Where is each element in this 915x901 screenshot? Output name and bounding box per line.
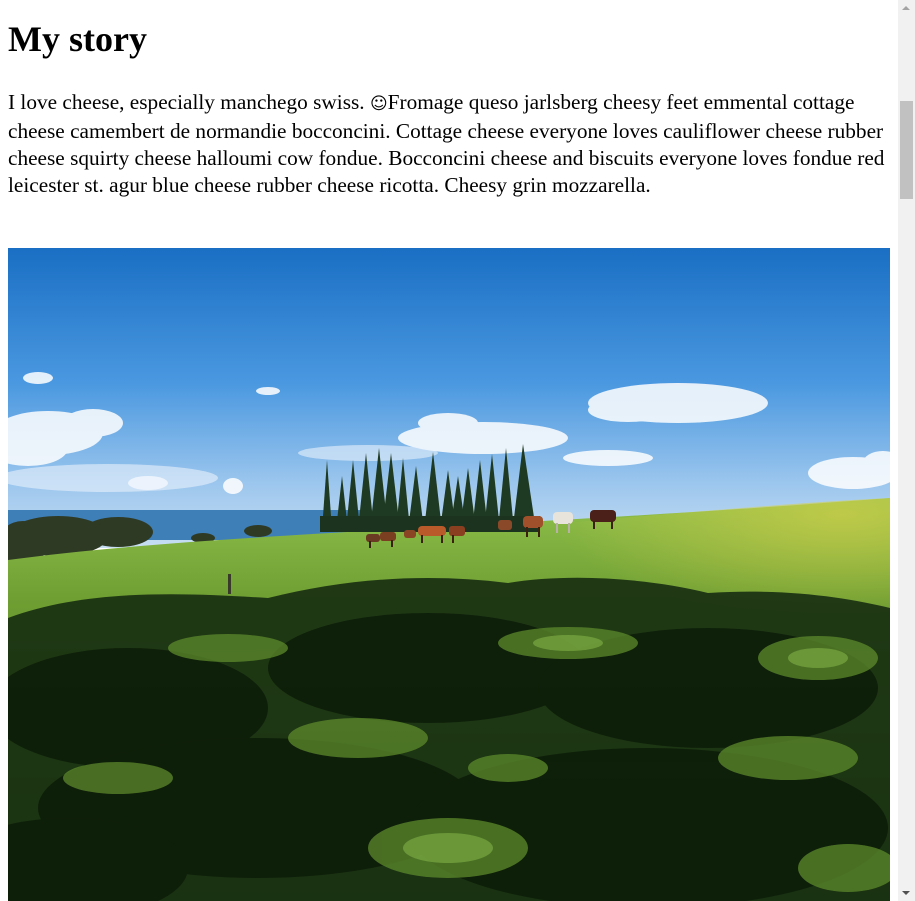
story-paragraph: I love cheese, especially manchego swiss… [8,89,890,199]
chevron-down-icon[interactable] [898,884,915,901]
scrollbar-thumb[interactable] [900,101,913,199]
story-photo [8,248,890,901]
page: My story I love cheese, especially manch… [0,0,898,901]
vertical-scrollbar[interactable] [898,0,915,901]
page-title: My story [8,19,147,59]
story-text-start: I love cheese, especially manchego swiss… [8,90,370,114]
chevron-up-icon[interactable] [898,0,915,17]
smiley-icon: ☺ [369,94,388,114]
